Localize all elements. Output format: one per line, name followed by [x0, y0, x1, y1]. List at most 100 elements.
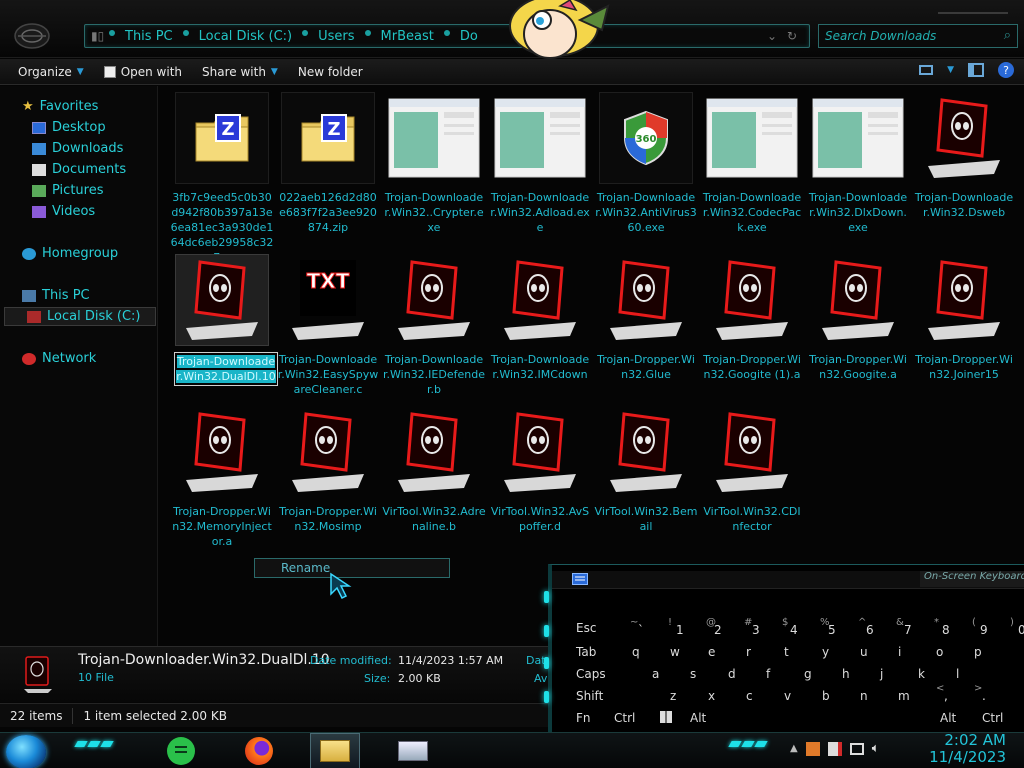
key-3[interactable]: #3 — [744, 617, 774, 639]
file-item[interactable]: Z 3fb7c9eed5c0b30d942f80b397a13e6ea81ec3a… — [170, 92, 274, 265]
breadcrumb-this-pc[interactable]: This PC — [115, 29, 183, 44]
key-d[interactable]: d — [728, 663, 758, 683]
file-item[interactable]: VirTool.Win32.Bemail — [594, 406, 698, 534]
new-folder-button[interactable]: New folder — [288, 61, 373, 83]
taskbar-file-explorer[interactable] — [310, 733, 360, 768]
key-p[interactable]: p — [974, 641, 1004, 661]
file-item[interactable]: Trojan-Dropper.Win32.Googite.a — [806, 254, 910, 382]
volume-icon[interactable]: 🔈︎ — [872, 741, 880, 756]
file-item[interactable]: Trojan-Downloader.Win32.Dsweb — [912, 92, 1016, 220]
show-hidden-icons[interactable]: ▲ — [790, 743, 798, 754]
network-status-icon[interactable] — [849, 742, 864, 755]
breadcrumb-mrbeast[interactable]: MrBeast — [371, 29, 444, 44]
sidebar-item-this-pc[interactable]: This PC — [22, 288, 90, 303]
sidebar-item-pictures[interactable]: Pictures — [32, 183, 103, 198]
file-item[interactable]: Trojan-Dropper.Win32.Mosimp — [276, 406, 380, 534]
key-k[interactable]: k — [918, 663, 948, 683]
action-center-icon[interactable] — [827, 741, 842, 756]
key-alt[interactable]: Alt — [940, 707, 970, 727]
sidebar-item-downloads[interactable]: Downloads — [32, 141, 123, 156]
key-9[interactable]: (9 — [972, 617, 1002, 639]
key-fn[interactable]: Fn — [576, 707, 606, 727]
key-u[interactable]: u — [860, 641, 890, 661]
share-with-button[interactable]: Share with ▼ — [192, 61, 288, 83]
key-l[interactable]: l — [956, 663, 986, 683]
file-item[interactable]: Trojan-Downloader.Win32.IMCdown — [488, 254, 592, 382]
key-g[interactable]: g — [804, 663, 834, 683]
key-space[interactable] — [724, 707, 924, 727]
key-w[interactable]: w — [670, 641, 700, 661]
key-z[interactable]: z — [670, 685, 700, 705]
key-8[interactable]: * 8 — [934, 617, 964, 639]
key-a[interactable]: a — [652, 663, 682, 683]
key-0[interactable]: ) 0 — [1010, 617, 1024, 639]
file-item[interactable]: Trojan-Dropper.Win32.Glue — [594, 254, 698, 382]
key-f[interactable]: f — [766, 663, 796, 683]
view-options-icon[interactable] — [919, 65, 934, 75]
alien-logo-icon[interactable] — [14, 22, 50, 50]
sidebar-item-videos[interactable]: Videos — [32, 204, 95, 219]
key-`[interactable]: ~ ` — [630, 617, 660, 639]
key-ctrl[interactable]: Ctrl — [614, 707, 644, 727]
address-bar[interactable]: ▮▯ This PC Local Disk (C:) Users MrBeast… — [84, 24, 810, 48]
taskbar-firefox[interactable] — [234, 733, 284, 768]
breadcrumb-downloads[interactable]: Do — [450, 29, 488, 44]
key-caps[interactable]: Caps — [576, 663, 606, 683]
file-item[interactable]: Trojan-Downloader.Win32.CodecPack.exe — [700, 92, 804, 235]
taskbar-keyboard-app[interactable] — [388, 733, 438, 768]
start-button[interactable] — [6, 735, 46, 768]
breadcrumb-local-disk[interactable]: Local Disk (C:) — [189, 29, 302, 44]
file-item[interactable]: Trojan-Downloader.Win32.Adload.exe — [488, 92, 592, 235]
key-4[interactable]: $4 — [782, 617, 812, 639]
sidebar-item-favorites[interactable]: ★ Favorites — [22, 99, 98, 114]
chevron-down-icon[interactable]: ▼ — [947, 65, 954, 75]
taskbar-clock[interactable]: 2:02 AM 11/4/2023 — [929, 732, 1006, 766]
file-item[interactable]: Trojan-Downloader.Win32.IEDefender.b — [382, 254, 486, 397]
key-tab[interactable]: Tab — [576, 641, 606, 661]
tray-app-icon[interactable] — [805, 741, 820, 756]
file-item[interactable]: Trojan-Dropper.Win32.Joiner15 — [912, 254, 1016, 382]
sidebar-item-desktop[interactable]: Desktop — [32, 120, 106, 135]
key-j[interactable]: j — [880, 663, 910, 683]
key-6[interactable]: ^ 6 — [858, 617, 888, 639]
search-icon[interactable]: ⌕ — [1004, 28, 1011, 43]
help-icon[interactable]: ? — [998, 62, 1014, 78]
file-item[interactable]: Trojan-Downloader.Win32.DualDl.10 — [170, 254, 278, 386]
file-item[interactable]: Trojan-Downloader.Win32..Crypter.exe — [382, 92, 486, 235]
key-t[interactable]: t — [784, 641, 814, 661]
key-c[interactable]: c — [746, 685, 776, 705]
organize-button[interactable]: Organize ▼ — [8, 61, 94, 83]
key-y[interactable]: y — [822, 641, 852, 661]
key-7[interactable]: & 7 — [896, 617, 926, 639]
file-item[interactable]: Trojan-Dropper.Win32.Googite (1).a — [700, 254, 804, 382]
key-1[interactable]: ! 1 — [668, 617, 698, 639]
key-.[interactable]: >. — [974, 683, 1004, 705]
key-v[interactable]: v — [784, 685, 814, 705]
key-5[interactable]: % 5 — [820, 617, 850, 639]
taskbar-notes-app[interactable] — [156, 733, 206, 768]
key-i[interactable]: i — [898, 641, 928, 661]
file-item[interactable]: VirTool.Win32.CDInfector — [700, 406, 804, 534]
refresh-icon[interactable]: ↻ — [787, 29, 797, 43]
key-e[interactable]: e — [708, 641, 738, 661]
file-item[interactable]: TXT Trojan-Downloader.Win32.EasySpywareCl… — [276, 254, 380, 397]
key-o[interactable]: o — [936, 641, 966, 661]
preview-pane-icon[interactable] — [968, 63, 984, 77]
breadcrumb-users[interactable]: Users — [308, 29, 364, 44]
sidebar-item-local-disk[interactable]: Local Disk (C:) — [4, 307, 156, 326]
key-shift[interactable]: Shift — [576, 685, 606, 705]
file-item[interactable]: Trojan-Dropper.Win32.MemoryInjector.a — [170, 406, 274, 549]
key-m[interactable]: m — [898, 685, 928, 705]
key-h[interactable]: h — [842, 663, 872, 683]
sidebar-item-documents[interactable]: Documents — [32, 162, 126, 177]
key-r[interactable]: r — [746, 641, 776, 661]
sidebar-item-network[interactable]: Network — [22, 351, 96, 366]
key-q[interactable]: q — [632, 641, 662, 661]
key-2[interactable]: @2 — [706, 617, 736, 639]
key-ctrl[interactable]: Ctrl — [982, 707, 1012, 727]
key-esc[interactable]: Esc — [576, 617, 606, 637]
search-box[interactable]: ⌕ — [818, 24, 1018, 48]
window-controls[interactable] — [938, 0, 1008, 14]
file-item[interactable]: VirTool.Win32.AvSpoffer.d — [488, 406, 592, 534]
search-input[interactable] — [819, 25, 989, 47]
